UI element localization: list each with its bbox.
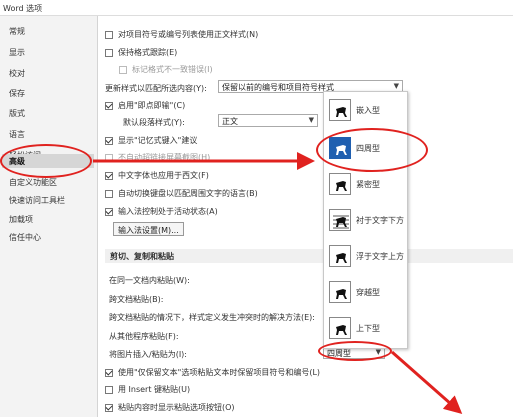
annotation-arrows [93, 152, 463, 414]
arrow-down-right [391, 350, 463, 414]
